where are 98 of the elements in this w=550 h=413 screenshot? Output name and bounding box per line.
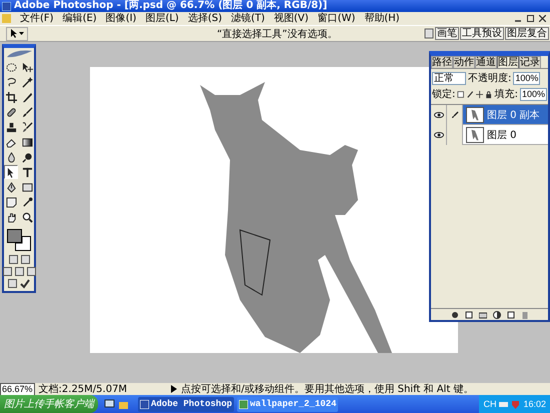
- menu-item[interactable]: 编辑(E): [62, 12, 97, 24]
- clock: 16:02: [523, 399, 546, 409]
- palette-tab[interactable]: 工具预设: [460, 27, 504, 40]
- tool-button[interactable]: [20, 105, 34, 119]
- palette-tab[interactable]: 图层复合: [505, 27, 549, 40]
- fill-label: 填充:: [494, 88, 518, 101]
- layer-thumbnail: [466, 126, 484, 142]
- menu-item[interactable]: 图像(I): [106, 12, 136, 24]
- magic-wand-icon: [22, 76, 32, 88]
- padlock-icon[interactable]: [485, 90, 493, 98]
- taskbar-button[interactable]: Adobe Photoshop: [138, 396, 234, 412]
- document-size: 文档:2.25M/5.07M: [38, 384, 128, 394]
- lasso-icon: [6, 76, 16, 88]
- status-hint: 点按可选择和/或移动组件。要用其他选项，使用 Shift 和 Alt 键。: [181, 384, 474, 394]
- tool-button[interactable]: [20, 60, 34, 74]
- layer-row[interactable]: 图层 0: [431, 125, 548, 145]
- knife-icon: [22, 92, 32, 102]
- menu-item[interactable]: 帮助(H): [364, 12, 400, 24]
- move-arrow-icon: [22, 62, 32, 72]
- monitor-icon[interactable]: [104, 398, 115, 410]
- menu-item[interactable]: 图层(L): [145, 12, 179, 24]
- zoom-field[interactable]: 66.67%: [0, 382, 35, 396]
- opacity-label: 不透明度:: [468, 72, 512, 85]
- layer-row[interactable]: 图层 0 副本: [431, 105, 548, 125]
- palette-tab[interactable]: 动作: [453, 56, 475, 68]
- brush-icon[interactable]: [466, 90, 474, 98]
- bandage-icon: [6, 106, 16, 118]
- palette-tab[interactable]: 图层: [497, 56, 519, 68]
- palette-tab[interactable]: 通道: [475, 56, 497, 68]
- tool-button[interactable]: [20, 75, 34, 89]
- caret-icon: [19, 32, 24, 35]
- picture-file-icon: [239, 400, 248, 408]
- half-circle-icon[interactable]: [492, 310, 500, 318]
- move-cross-icon[interactable]: [476, 90, 484, 98]
- menu-item[interactable]: 视图(V): [274, 12, 309, 24]
- brush-icon: [22, 122, 32, 132]
- eye-icon[interactable]: [434, 112, 444, 118]
- fill-field[interactable]: 100%: [520, 88, 547, 100]
- crop-icon: [6, 92, 16, 102]
- rectangle-icon: [22, 182, 32, 192]
- dashed-ellipse-icon: [6, 62, 16, 72]
- brush-icon: [22, 106, 32, 118]
- palette-well-icon: [424, 28, 434, 39]
- tool-button[interactable]: [4, 120, 18, 134]
- keyboard-icon[interactable]: [499, 400, 508, 408]
- tool-button[interactable]: [4, 195, 18, 209]
- triangle-right-icon[interactable]: [171, 385, 178, 393]
- eyedropper-icon: [22, 196, 32, 208]
- foreground-color-swatch[interactable]: [7, 229, 22, 243]
- check-icon[interactable]: [20, 279, 30, 289]
- lollipop-icon: [22, 152, 32, 162]
- brush-icon: [450, 110, 458, 118]
- tool-button[interactable]: [20, 165, 34, 179]
- selection-path: [239, 229, 271, 296]
- standard-mode-button[interactable]: [8, 255, 18, 264]
- eraser-icon: [6, 136, 16, 148]
- layer-name: 图层 0 副本: [487, 108, 540, 122]
- magnifier-icon: [22, 212, 32, 222]
- app-icon: [140, 400, 149, 408]
- tool-button[interactable]: [20, 210, 34, 224]
- palette-tab[interactable]: 记录: [519, 56, 541, 68]
- arrow-pointer-icon: [10, 29, 18, 38]
- note-icon: [6, 196, 16, 208]
- tool-button[interactable]: [4, 165, 18, 179]
- jump-to-button[interactable]: [8, 279, 17, 288]
- layer-name: 图层 0: [487, 128, 517, 142]
- tool-button[interactable]: [4, 90, 18, 104]
- gradient-icon: [22, 136, 32, 148]
- menu-item[interactable]: 窗口(W): [318, 12, 356, 24]
- layer-thumbnail: [466, 106, 484, 122]
- eye-icon[interactable]: [434, 132, 444, 138]
- hand-icon: [6, 212, 16, 222]
- link-icon[interactable]: [450, 310, 458, 318]
- menu-item[interactable]: 选择(S): [188, 12, 222, 24]
- tool-preset-picker[interactable]: [6, 26, 28, 40]
- stamp-icon: [6, 122, 16, 132]
- maximize-icon[interactable]: [527, 15, 534, 22]
- tool-button[interactable]: [20, 90, 34, 104]
- opacity-field[interactable]: 100%: [513, 72, 540, 84]
- drop-icon: [6, 152, 16, 162]
- palette-tab[interactable]: 画笔: [435, 27, 459, 40]
- menu-item[interactable]: 文件(F): [20, 12, 54, 24]
- folder-icon[interactable]: [478, 310, 486, 318]
- type-icon: [22, 166, 32, 178]
- blend-mode-dropdown[interactable]: 正常: [432, 72, 466, 84]
- pen-icon: [6, 182, 16, 192]
- lock-label: 锁定:: [432, 88, 456, 101]
- taskbar-button[interactable]: wallpaper_2_1024: [237, 396, 338, 412]
- close-icon[interactable]: [539, 15, 546, 22]
- square-icon[interactable]: [464, 310, 472, 318]
- lock-transparency-icon[interactable]: [457, 90, 465, 98]
- feather-logo-icon: [5, 50, 33, 58]
- menu-item[interactable]: 滤镜(T): [230, 12, 265, 24]
- palette-tab[interactable]: 路径: [431, 56, 453, 68]
- quick-mask-button[interactable]: [20, 255, 30, 264]
- options-hint: “直接选择工具”没有选项。: [217, 28, 338, 40]
- tool-button[interactable]: [20, 120, 34, 134]
- new-layer-icon[interactable]: [506, 310, 514, 318]
